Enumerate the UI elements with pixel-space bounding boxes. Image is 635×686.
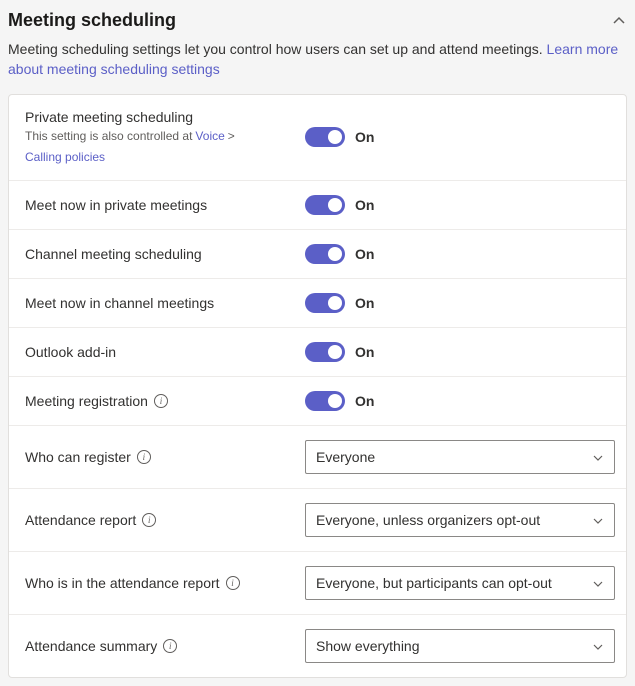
label-col: Who is in the attendance report i bbox=[25, 575, 305, 591]
select-who-in-report[interactable]: Everyone, but participants can opt-out bbox=[305, 566, 615, 600]
control-col: Everyone, unless organizers opt-out bbox=[305, 503, 615, 537]
toggle-private-scheduling[interactable] bbox=[305, 127, 345, 147]
row-label: Attendance report bbox=[25, 512, 136, 528]
label-col: Meeting registration i bbox=[25, 393, 305, 409]
row-label: Meet now in private meetings bbox=[25, 197, 207, 213]
row-who-can-register: Who can register i Everyone bbox=[9, 426, 626, 489]
toggle-state: On bbox=[355, 295, 374, 311]
toggle-state: On bbox=[355, 246, 374, 262]
row-label: Private meeting scheduling bbox=[25, 109, 305, 125]
toggle-meeting-registration[interactable] bbox=[305, 391, 345, 411]
label-col: Attendance report i bbox=[25, 512, 305, 528]
subtext-prefix: This setting is also controlled at bbox=[25, 127, 192, 145]
row-who-in-report: Who is in the attendance report i Everyo… bbox=[9, 552, 626, 615]
row-label: Who can register bbox=[25, 449, 131, 465]
row-outlook-addin: Outlook add-in On bbox=[9, 328, 626, 377]
control-col: On bbox=[305, 391, 610, 411]
label-col: Meet now in channel meetings bbox=[25, 295, 305, 311]
control-col: On bbox=[305, 244, 610, 264]
info-icon[interactable]: i bbox=[163, 639, 177, 653]
row-subtext: This setting is also controlled at Voice… bbox=[25, 127, 305, 166]
info-icon[interactable]: i bbox=[142, 513, 156, 527]
row-meeting-registration: Meeting registration i On bbox=[9, 377, 626, 426]
label-col: Meet now in private meetings bbox=[25, 197, 305, 213]
panel-title: Meeting scheduling bbox=[8, 10, 176, 31]
control-col: On bbox=[305, 195, 610, 215]
row-channel-scheduling: Channel meeting scheduling On bbox=[9, 230, 626, 279]
toggle-state: On bbox=[355, 344, 374, 360]
toggle-meet-now-channel[interactable] bbox=[305, 293, 345, 313]
panel-description: Meeting scheduling settings let you cont… bbox=[8, 39, 627, 80]
chevron-down-icon bbox=[592, 451, 604, 463]
control-col: Show everything bbox=[305, 629, 615, 663]
row-label: Channel meeting scheduling bbox=[25, 246, 202, 262]
settings-card: Private meeting scheduling This setting … bbox=[8, 94, 627, 678]
row-label: Meeting registration bbox=[25, 393, 148, 409]
description-text: Meeting scheduling settings let you cont… bbox=[8, 41, 547, 57]
control-col: Everyone bbox=[305, 440, 615, 474]
select-attendance-report[interactable]: Everyone, unless organizers opt-out bbox=[305, 503, 615, 537]
label-col: Who can register i bbox=[25, 449, 305, 465]
row-label: Outlook add-in bbox=[25, 344, 116, 360]
chevron-up-icon[interactable] bbox=[611, 13, 627, 29]
info-icon[interactable]: i bbox=[137, 450, 151, 464]
meeting-scheduling-panel: Meeting scheduling Meeting scheduling se… bbox=[0, 0, 635, 686]
control-col: Everyone, but participants can opt-out bbox=[305, 566, 615, 600]
toggle-state: On bbox=[355, 129, 374, 145]
label-col: Attendance summary i bbox=[25, 638, 305, 654]
chevron-down-icon bbox=[592, 514, 604, 526]
select-attendance-summary[interactable]: Show everything bbox=[305, 629, 615, 663]
label-col: Channel meeting scheduling bbox=[25, 246, 305, 262]
subtext-sep: > bbox=[228, 127, 235, 145]
row-meet-now-private: Meet now in private meetings On bbox=[9, 181, 626, 230]
row-label: Meet now in channel meetings bbox=[25, 295, 214, 311]
label-col: Outlook add-in bbox=[25, 344, 305, 360]
voice-link[interactable]: Voice bbox=[195, 127, 224, 145]
row-attendance-report: Attendance report i Everyone, unless org… bbox=[9, 489, 626, 552]
select-value: Show everything bbox=[316, 638, 420, 654]
row-label: Attendance summary bbox=[25, 638, 157, 654]
chevron-down-icon bbox=[592, 640, 604, 652]
select-value: Everyone, but participants can opt-out bbox=[316, 575, 552, 591]
panel-header: Meeting scheduling bbox=[8, 10, 627, 39]
select-value: Everyone bbox=[316, 449, 375, 465]
chevron-down-icon bbox=[592, 577, 604, 589]
row-private-scheduling: Private meeting scheduling This setting … bbox=[9, 95, 626, 181]
info-icon[interactable]: i bbox=[226, 576, 240, 590]
toggle-channel-scheduling[interactable] bbox=[305, 244, 345, 264]
toggle-meet-now-private[interactable] bbox=[305, 195, 345, 215]
row-label: Who is in the attendance report bbox=[25, 575, 220, 591]
row-meet-now-channel: Meet now in channel meetings On bbox=[9, 279, 626, 328]
select-value: Everyone, unless organizers opt-out bbox=[316, 512, 540, 528]
control-col: On bbox=[305, 293, 610, 313]
toggle-state: On bbox=[355, 393, 374, 409]
select-who-can-register[interactable]: Everyone bbox=[305, 440, 615, 474]
label-col: Private meeting scheduling This setting … bbox=[25, 109, 305, 166]
calling-policies-link[interactable]: Calling policies bbox=[25, 148, 105, 166]
info-icon[interactable]: i bbox=[154, 394, 168, 408]
row-attendance-summary: Attendance summary i Show everything bbox=[9, 615, 626, 677]
toggle-outlook-addin[interactable] bbox=[305, 342, 345, 362]
control-col: On bbox=[305, 127, 610, 147]
toggle-state: On bbox=[355, 197, 374, 213]
control-col: On bbox=[305, 342, 610, 362]
